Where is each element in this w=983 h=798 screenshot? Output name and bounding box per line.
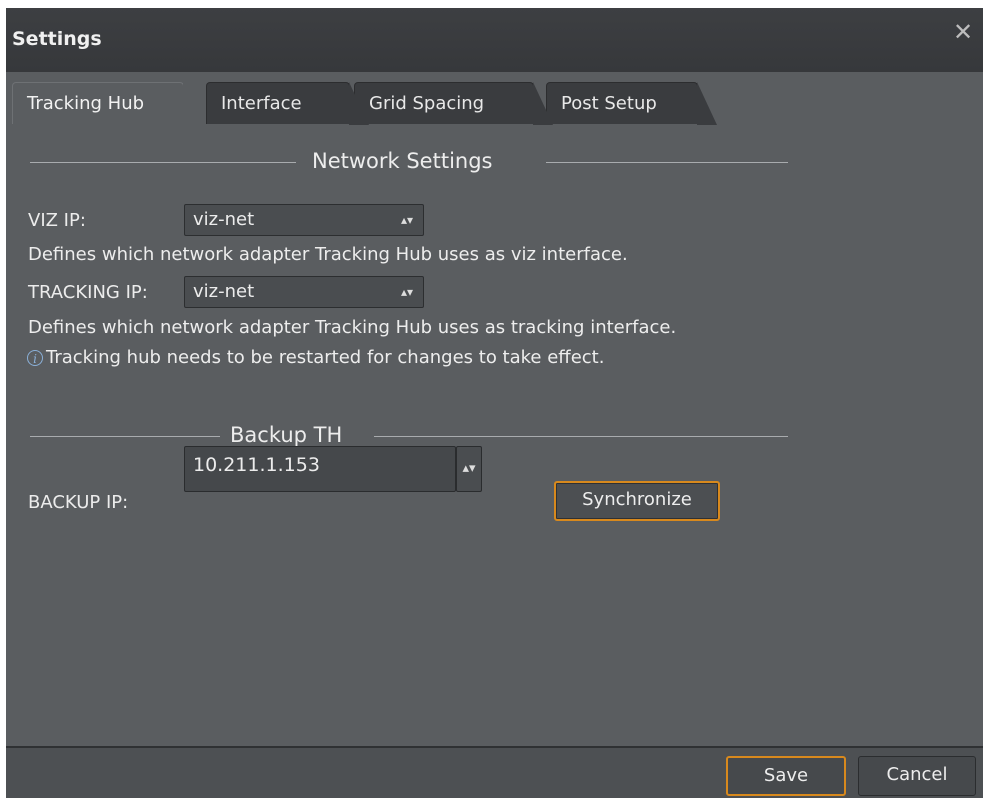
backup-ip-spinner[interactable]: ▴▾ [456,446,482,492]
backup-ip-input[interactable]: 10.211.1.153 [184,446,456,492]
section-divider [546,162,788,163]
backup-th-heading: Backup TH [230,423,343,447]
tracking-ip-value: viz-net [193,281,255,302]
viz-ip-select[interactable]: viz-net ▴▾ [184,204,424,236]
tab-interface[interactable]: Interface [206,82,369,125]
tab-tracking-hub[interactable]: Tracking Hub [12,82,203,125]
tracking-ip-label: TRACKING IP: [28,282,148,303]
tracking-ip-select[interactable]: viz-net ▴▾ [184,276,424,308]
restart-note: Tracking hub needs to be restarted for c… [46,347,605,368]
title-bar: Settings ✕ [6,8,983,72]
dialog-title: Settings [12,28,102,50]
tracking-ip-description: Defines which network adapter Tracking H… [28,317,677,338]
network-settings-heading: Network Settings [312,149,493,173]
select-arrows-icon: ▴▾ [400,213,413,227]
dialog-footer: Save Cancel [6,748,983,798]
section-divider [374,436,788,437]
close-icon[interactable]: ✕ [951,20,975,44]
tab-post-setup[interactable]: Post Setup [546,82,717,125]
viz-ip-label: VIZ IP: [28,210,86,231]
select-arrows-icon: ▴▾ [400,285,413,299]
section-divider [30,162,296,163]
synchronize-button[interactable]: Synchronize [554,481,720,521]
viz-ip-value: viz-net [193,209,255,230]
viz-ip-description: Defines which network adapter Tracking H… [28,244,628,265]
tab-bar: Tracking Hub Interface Grid Spacing Post… [6,72,983,125]
cancel-button[interactable]: Cancel [858,756,976,796]
settings-dialog: Settings ✕ Tracking Hub Interface Grid S… [6,8,983,798]
save-button[interactable]: Save [726,756,846,796]
section-divider [30,436,220,437]
tab-grid-spacing[interactable]: Grid Spacing [354,82,553,125]
backup-ip-label: BACKUP IP: [28,492,129,513]
info-icon: i [27,350,43,366]
